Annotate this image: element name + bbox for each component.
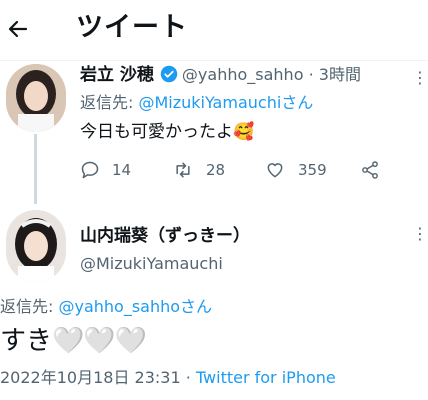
reply-context: 返信先: @yahho_sahhoさん — [0, 296, 212, 318]
thread-line — [34, 134, 37, 204]
share-button[interactable] — [360, 160, 392, 180]
reply-mention-link[interactable]: @MizukiYamauchi — [138, 93, 281, 112]
retweet-count: 28 — [206, 161, 226, 179]
tweet-text: すき🤍🤍🤍 — [0, 324, 147, 358]
arrow-left-icon — [8, 20, 28, 38]
heart-icon — [267, 163, 283, 178]
share-icon — [362, 161, 378, 179]
reply-button[interactable]: 14 — [80, 160, 131, 180]
hearts-emoji: 🤍🤍🤍 — [52, 326, 147, 356]
reply-mention-link[interactable]: @yahho_sahho — [58, 297, 180, 316]
like-button[interactable]: 359 — [264, 160, 327, 180]
tweet-actions: 14 28 359 — [80, 160, 410, 186]
display-name[interactable]: 山内瑞葵（ずっきー） — [80, 225, 250, 247]
back-button[interactable] — [6, 13, 32, 45]
reply-suffix: さん — [281, 93, 314, 112]
comment-icon — [81, 161, 99, 179]
like-count: 359 — [298, 161, 327, 179]
more-icon[interactable]: ⋮ — [412, 224, 428, 243]
tweet-text-main: すき — [0, 326, 53, 356]
reply-count: 14 — [112, 161, 132, 179]
handle[interactable]: @yahho_sahho — [182, 65, 304, 84]
retweet-icon — [176, 162, 190, 178]
page-title: ツイート — [76, 12, 188, 43]
separator: · — [308, 65, 314, 84]
verified-badge-icon — [160, 65, 178, 83]
reply-suffix: さん — [180, 297, 213, 316]
avatar[interactable] — [6, 210, 66, 282]
timestamp[interactable]: 3時間 — [319, 65, 361, 84]
handle[interactable]: @MizukiYamauchi — [80, 253, 223, 275]
header-bar: ツイート — [0, 0, 428, 58]
reply-context: 返信先: @MizukiYamauchiさん — [80, 92, 313, 114]
tweet-text: 今日も可愛かったよ🥰 — [80, 122, 255, 142]
more-icon[interactable]: ⋮ — [412, 68, 428, 87]
retweet-button[interactable]: 28 — [172, 160, 225, 180]
header-divider — [0, 60, 428, 61]
separator: · — [185, 368, 191, 387]
reply-prefix: 返信先: — [0, 297, 59, 316]
source-link[interactable]: Twitter for iPhone — [196, 368, 336, 387]
display-name[interactable]: 岩立 沙穂 — [80, 65, 154, 85]
tweet-footer: 2022年10月18日 23:31 · Twitter for iPhone — [0, 366, 336, 390]
tweet-header: 岩立 沙穂 @yahho_sahho · 3時間 — [80, 64, 410, 86]
avatar[interactable] — [6, 64, 66, 132]
reply-prefix: 返信先: — [80, 93, 139, 112]
tweet-date[interactable]: 2022年10月18日 23:31 — [0, 368, 181, 387]
